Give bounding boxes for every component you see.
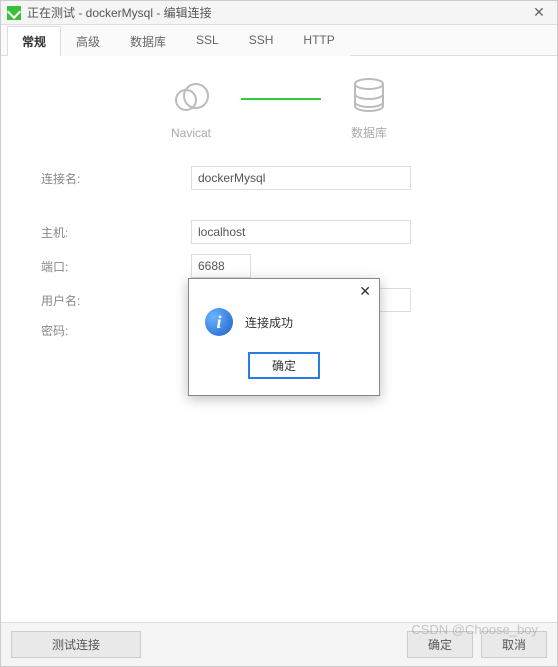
row-port: 端口:: [21, 254, 537, 278]
tab-advanced[interactable]: 高级: [61, 26, 115, 56]
dialog-body: i 连接成功: [189, 304, 379, 352]
app-icon: [7, 6, 21, 20]
tab-general[interactable]: 常规: [7, 26, 61, 56]
database-label: 数据库: [351, 124, 387, 141]
database-node: 数据库: [351, 76, 387, 141]
input-connection-name[interactable]: [191, 166, 411, 190]
navicat-node: Navicat: [171, 78, 211, 140]
connection-diagram: Navicat 数据库: [21, 76, 537, 141]
test-connection-button[interactable]: 测试连接: [11, 631, 141, 658]
tab-database[interactable]: 数据库: [115, 26, 181, 56]
input-host[interactable]: [191, 220, 411, 244]
window-close-button[interactable]: ✕: [527, 3, 551, 23]
database-icon: [351, 76, 387, 116]
navicat-icon: [171, 78, 211, 118]
navicat-label: Navicat: [171, 126, 211, 140]
row-host: 主机:: [21, 220, 537, 244]
tabs: 常规 高级 数据库 SSL SSH HTTP: [1, 25, 557, 56]
connection-line: [241, 98, 321, 100]
info-icon: i: [205, 308, 233, 336]
ok-button[interactable]: 确定: [407, 631, 473, 658]
label-username: 用户名:: [21, 292, 191, 309]
input-port[interactable]: [191, 254, 251, 278]
label-connection-name: 连接名:: [21, 170, 191, 187]
label-host: 主机:: [21, 224, 191, 241]
tab-http[interactable]: HTTP: [288, 26, 349, 56]
dialog-footer: 确定: [189, 352, 379, 395]
label-password: 密码:: [21, 322, 191, 339]
footer: 测试连接 确定 取消: [1, 622, 557, 666]
titlebar: 正在测试 - dockerMysql - 编辑连接 ✕: [1, 1, 557, 25]
label-port: 端口:: [21, 258, 191, 275]
message-dialog: ✕ i 连接成功 确定: [188, 278, 380, 396]
row-connection-name: 连接名:: [21, 166, 537, 190]
tab-ssh[interactable]: SSH: [234, 26, 289, 56]
dialog-ok-button[interactable]: 确定: [248, 352, 320, 379]
dialog-message: 连接成功: [245, 314, 293, 331]
tab-ssl[interactable]: SSL: [181, 26, 234, 56]
dialog-close-button[interactable]: ✕: [189, 279, 379, 304]
window-title: 正在测试 - dockerMysql - 编辑连接: [27, 4, 527, 21]
cancel-button[interactable]: 取消: [481, 631, 547, 658]
